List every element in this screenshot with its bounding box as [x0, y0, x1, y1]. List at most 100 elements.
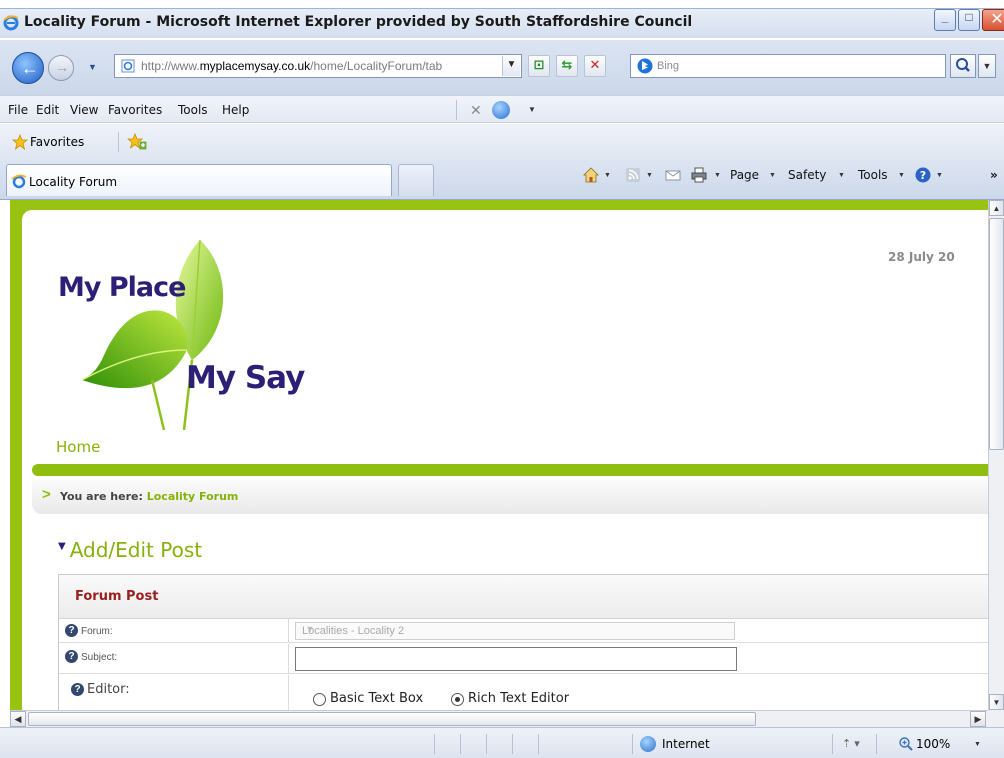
scroll-left-icon[interactable]: ◀ — [10, 711, 26, 727]
address-dropdown-icon[interactable]: ▼ — [502, 56, 520, 76]
site-logo[interactable]: My Place My Say — [42, 230, 305, 430]
help-dropdown-icon[interactable]: ▼ — [936, 172, 943, 179]
section-title[interactable]: ▼ Add/Edit Post — [58, 538, 202, 562]
safety-dropdown-icon[interactable]: ▼ — [838, 172, 845, 179]
editor-label: Editor: — [87, 682, 130, 697]
ie-logo-icon — [3, 15, 19, 31]
compatibility-view-icon[interactable]: ⊡ — [528, 55, 550, 77]
home-dropdown-icon[interactable]: ▼ — [604, 172, 611, 179]
basic-text-box-label[interactable]: Basic Text Box — [330, 691, 423, 706]
subject-label: Subject: — [81, 652, 118, 663]
zoom-dropdown-icon[interactable]: ▼ — [974, 741, 981, 748]
horizontal-scroll-thumb[interactable] — [28, 712, 756, 726]
command-overflow-icon[interactable]: » — [990, 168, 998, 182]
search-button[interactable] — [950, 54, 976, 78]
stop-icon[interactable]: ✕ — [584, 55, 606, 77]
browser-window: Locality Forum - Microsoft Internet Expl… — [0, 0, 1004, 758]
toolbar-search-icon[interactable] — [492, 101, 510, 119]
print-dropdown-icon[interactable]: ▼ — [714, 172, 721, 179]
favorites-button[interactable]: Favorites — [30, 135, 84, 149]
scroll-up-icon[interactable]: ▲ — [989, 200, 1004, 216]
logo-text-line1: My Place — [58, 272, 186, 303]
collapse-triangle-icon[interactable]: ▼ — [58, 541, 66, 552]
feeds-icon[interactable] — [624, 166, 642, 184]
back-button[interactable]: ← — [12, 52, 44, 84]
menu-help[interactable]: Help — [222, 103, 249, 117]
scroll-down-icon[interactable]: ▼ — [989, 694, 1004, 710]
help-tooltip-icon[interactable]: ? — [65, 624, 78, 637]
history-dropdown-icon[interactable]: ▼ — [88, 62, 97, 72]
tab-row: Locality Forum — [0, 160, 1004, 200]
window-title: Locality Forum - Microsoft Internet Expl… — [24, 14, 693, 30]
search-options-dropdown[interactable]: ▼ — [978, 54, 996, 78]
status-divider — [876, 734, 877, 754]
help-tooltip-icon[interactable]: ? — [71, 683, 84, 696]
forward-button[interactable]: → — [48, 55, 74, 81]
favorites-separator — [118, 132, 119, 152]
basic-text-box-radio[interactable] — [313, 693, 326, 706]
page-dropdown-icon[interactable]: ▼ — [769, 172, 776, 179]
horizontal-scrollbar[interactable]: ◀ ▶ — [10, 710, 988, 727]
maximize-button[interactable]: □ — [958, 9, 980, 31]
tools-dropdown-icon[interactable]: ▼ — [898, 172, 905, 179]
minimize-button[interactable]: _ — [934, 9, 956, 31]
home-icon[interactable] — [582, 166, 600, 184]
subject-input[interactable] — [295, 647, 737, 671]
status-divider — [434, 734, 435, 754]
back-arrow-icon: ← — [21, 58, 39, 78]
close-button[interactable]: ✕ — [982, 9, 1004, 31]
logo-text-line2: My Say — [186, 360, 305, 396]
status-divider — [632, 734, 633, 754]
tab-ie-icon — [11, 174, 27, 189]
breadcrumb-arrow-icon: > — [42, 486, 51, 503]
protected-mode-icon[interactable]: ⇡ ▾ — [842, 737, 860, 750]
internet-zone-icon — [640, 736, 656, 752]
menu-edit[interactable]: Edit — [36, 103, 59, 117]
menu-tools[interactable]: Tools — [178, 103, 208, 117]
zoom-level[interactable]: 100% — [916, 737, 950, 751]
forward-arrow-icon: → — [55, 59, 69, 75]
status-divider — [832, 734, 833, 754]
menu-view[interactable]: View — [70, 103, 98, 117]
form-row-editor: ? Editor: Basic Text Box Rich Text Edito… — [59, 675, 988, 710]
tab-label: Locality Forum — [29, 175, 118, 189]
close-icon: ✕ — [990, 11, 1004, 28]
help-tooltip-icon[interactable]: ? — [65, 650, 78, 663]
nav-home-link[interactable]: Home — [56, 438, 100, 456]
add-to-favorites-icon[interactable] — [126, 133, 148, 151]
search-input[interactable]: Bing — [630, 54, 946, 78]
forum-select[interactable]: Localities - Locality 2 ▼ — [295, 622, 735, 640]
help-icon[interactable]: ? — [914, 166, 932, 184]
chevron-down-icon: ▼ — [305, 624, 315, 634]
address-input[interactable]: http://www.myplacemysay.co.uk/home/Local… — [114, 54, 522, 78]
page-background: 28 July 20 My Place My Say Home > You ar… — [10, 200, 988, 710]
refresh-icon[interactable]: ⇆ — [556, 55, 578, 77]
tab-locality-forum[interactable]: Locality Forum — [6, 164, 392, 196]
close-toolbar-icon[interactable]: ✕ — [470, 102, 482, 119]
security-zone-label[interactable]: Internet — [662, 737, 710, 751]
tools-menu[interactable]: Tools — [858, 168, 888, 182]
page-menu[interactable]: Page — [730, 168, 759, 182]
forum-post-form: Forum Post ? Forum: Localities - Localit… — [58, 574, 988, 710]
scroll-right-icon[interactable]: ▶ — [970, 711, 986, 727]
menu-bar: File Edit View Favorites Tools Help ✕ ▼ — [0, 95, 1004, 123]
menu-file[interactable]: File — [8, 103, 28, 117]
new-tab-button[interactable] — [398, 164, 434, 196]
toolbar-dropdown-icon[interactable]: ▼ — [528, 105, 536, 114]
read-mail-icon[interactable] — [664, 166, 682, 184]
menu-favorites[interactable]: Favorites — [108, 103, 162, 117]
favorites-star-icon[interactable] — [12, 134, 28, 150]
vertical-scrollbar[interactable]: ▲ ▼ — [988, 200, 1004, 710]
form-row-subject: ? Subject: — [59, 644, 988, 674]
rich-text-editor-label[interactable]: Rich Text Editor — [468, 691, 569, 706]
vertical-scroll-thumb[interactable] — [989, 218, 1004, 450]
status-divider — [486, 734, 487, 754]
feeds-dropdown-icon[interactable]: ▼ — [646, 172, 653, 179]
breadcrumb-current-link[interactable]: Locality Forum — [147, 490, 239, 503]
print-icon[interactable] — [690, 166, 708, 184]
page-icon — [121, 59, 135, 73]
form-label-cell: ? Forum: — [59, 619, 289, 642]
rich-text-editor-radio[interactable] — [451, 693, 464, 706]
safety-menu[interactable]: Safety — [788, 168, 826, 182]
status-divider — [512, 734, 513, 754]
